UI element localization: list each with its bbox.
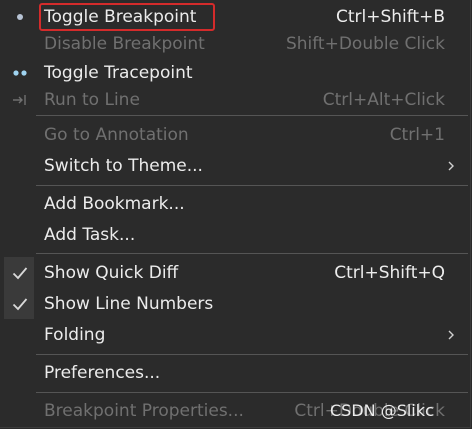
- menu-item-label: Disable Breakpoint: [44, 34, 205, 54]
- menu-item-go-to-annotation[interactable]: Go to Annotation Ctrl+1: [0, 120, 470, 150]
- chevron-right-icon: [446, 158, 456, 174]
- menu-item-shortcut: Shift+Double Click: [285, 34, 445, 54]
- menu-item-label: Preferences...: [44, 363, 161, 383]
- breakpoint-dot-icon: [5, 2, 34, 32]
- menu-item-label: Switch to Theme...: [44, 156, 203, 176]
- menu-item-label: Toggle Tracepoint: [44, 63, 193, 83]
- check-icon: [5, 289, 34, 319]
- menu-item-shortcut: Ctrl+Shift+B: [335, 7, 445, 27]
- menu-item-show-quick-diff[interactable]: Show Quick Diff Ctrl+Shift+Q: [0, 258, 470, 288]
- menu-separator: [36, 354, 468, 355]
- menu-item-label: Add Bookmark...: [44, 194, 185, 214]
- chevron-right-icon: [446, 327, 456, 343]
- menu-item-label: Show Quick Diff: [44, 263, 179, 283]
- check-icon: [5, 258, 34, 288]
- menu-item-add-bookmark[interactable]: Add Bookmark...: [0, 189, 470, 219]
- menu-item-label: Show Line Numbers: [44, 294, 214, 314]
- menu-item-shortcut: Ctrl+Alt+Click: [322, 90, 445, 110]
- menu-separator: [36, 115, 468, 116]
- menu-item-label: Folding: [44, 325, 106, 345]
- menu-item-label: Breakpoint Properties...: [44, 401, 244, 421]
- menu-item-show-line-numbers[interactable]: Show Line Numbers: [0, 289, 470, 319]
- menu-item-run-to-line[interactable]: Run to Line Ctrl+Alt+Click: [0, 85, 470, 115]
- menu-item-shortcut: Ctrl+Shift+Q: [334, 263, 445, 283]
- menu-item-disable-breakpoint[interactable]: Disable Breakpoint Shift+Double Click: [0, 29, 470, 59]
- watermark-text: CSDN @Slikc: [330, 401, 434, 420]
- menu-separator: [36, 185, 468, 186]
- menu-separator: [36, 392, 468, 393]
- menu-item-preferences[interactable]: Preferences...: [0, 358, 470, 388]
- menu-item-add-task[interactable]: Add Task...: [0, 220, 470, 250]
- menu-item-label: Run to Line: [44, 90, 140, 110]
- menu-item-label: Go to Annotation: [44, 125, 189, 145]
- menu-item-label: Add Task...: [44, 225, 136, 245]
- menu-item-shortcut: Ctrl+1: [389, 125, 445, 145]
- menu-item-switch-to-theme[interactable]: Switch to Theme...: [0, 151, 470, 181]
- tracepoint-icon: [5, 58, 34, 88]
- context-menu: Toggle Breakpoint Ctrl+Shift+B Disable B…: [0, 0, 471, 428]
- highlight-box: [39, 3, 215, 31]
- menu-item-toggle-tracepoint[interactable]: Toggle Tracepoint: [0, 58, 470, 88]
- menu-item-folding[interactable]: Folding: [0, 320, 470, 350]
- menu-separator: [36, 253, 468, 254]
- run-to-line-icon: [5, 85, 34, 115]
